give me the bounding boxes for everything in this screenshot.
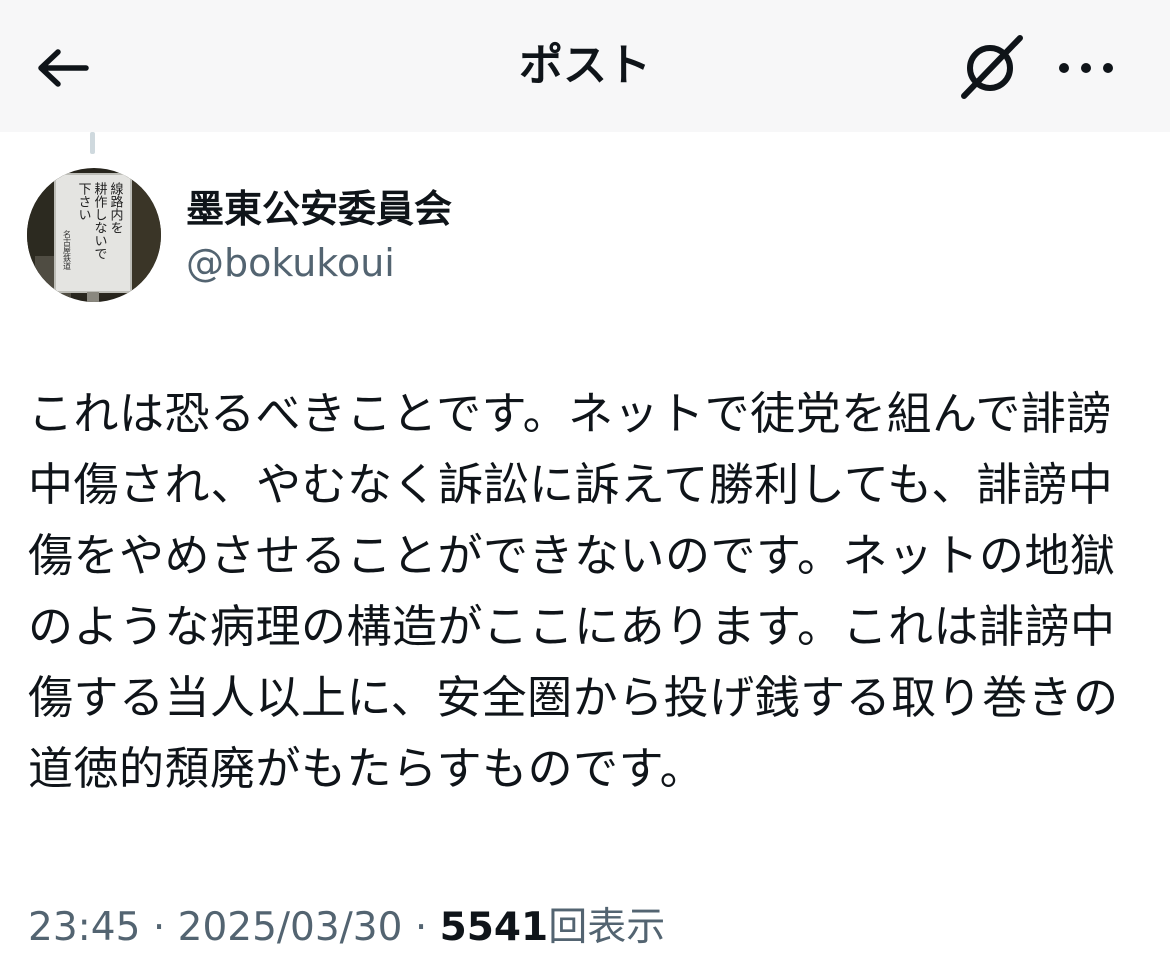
more-options-button[interactable] xyxy=(1050,36,1122,100)
author-display-name[interactable]: 墨東公安委員会 xyxy=(186,186,452,232)
meta-separator: · xyxy=(414,905,428,950)
grok-icon xyxy=(961,35,1023,99)
avatar-sign-footer: 名古屋鉄道 xyxy=(63,229,72,271)
views-count[interactable]: 5541 xyxy=(440,905,549,950)
more-horizontal-icon xyxy=(1059,63,1113,73)
thread-connector-line xyxy=(90,132,95,154)
avatar-sign-line-3: 下さい xyxy=(76,182,92,221)
views-label: 回表示 xyxy=(548,905,666,950)
back-button[interactable] xyxy=(30,36,94,100)
avatar-image: 線路内を 耕作しないで 下さい 名古屋鉄道 xyxy=(27,168,161,302)
avatar-sign-line-2: 耕作しないで xyxy=(92,181,108,260)
avatar[interactable]: 線路内を 耕作しないで 下さい 名古屋鉄道 xyxy=(27,168,161,302)
tweet-text: これは恐るべきことです。ネットで徒党を組んで誹謗中傷され、やむなく訴訟に訴えて勝… xyxy=(28,387,1119,795)
grok-button[interactable] xyxy=(952,30,1032,102)
meta-separator: · xyxy=(152,905,166,950)
tweet-date[interactable]: 2025/03/30 xyxy=(178,905,403,950)
tweet-meta: 23:45 · 2025/03/30 · 5541回表示 xyxy=(28,900,665,956)
avatar-sign-line-1: 線路内を xyxy=(108,181,124,234)
arrow-left-icon xyxy=(38,49,89,87)
tweet-time[interactable]: 23:45 xyxy=(28,905,140,950)
author-handle[interactable]: @bokukoui xyxy=(186,238,395,288)
top-bar: ポスト xyxy=(0,0,1170,132)
